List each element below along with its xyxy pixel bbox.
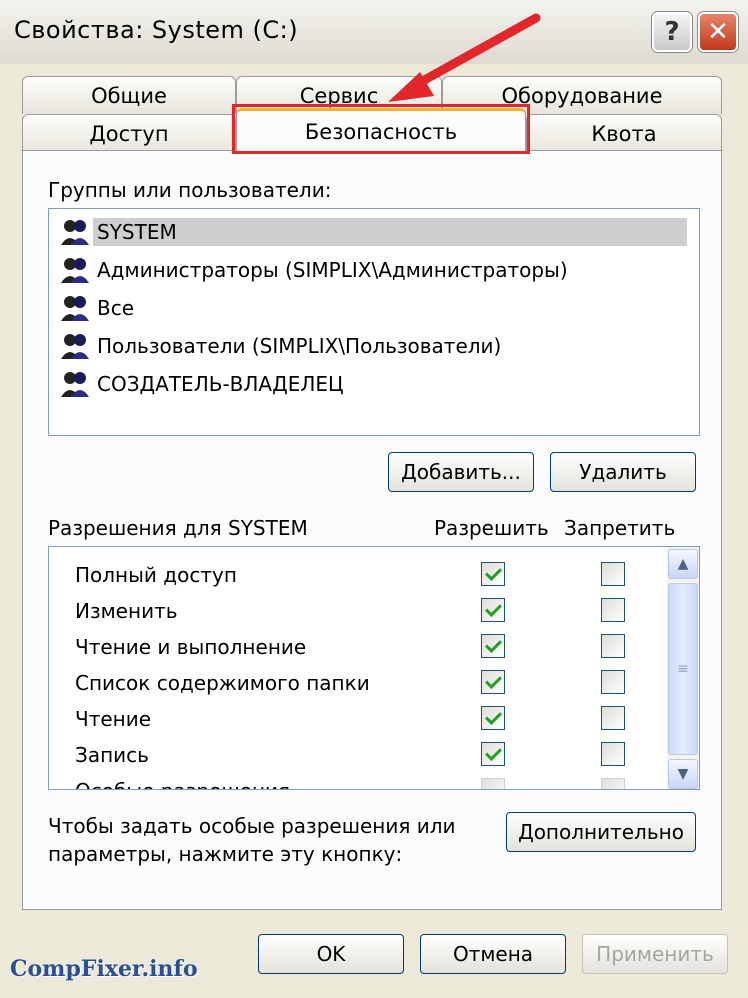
user-group-icon (61, 258, 89, 283)
red-arrow-icon (388, 13, 541, 102)
remove-button[interactable]: Удалить (550, 452, 696, 492)
allow-checkbox[interactable] (481, 598, 505, 622)
deny-checkbox[interactable] (601, 562, 625, 586)
deny-checkbox[interactable] (601, 742, 625, 766)
deny-checkbox[interactable] (601, 670, 625, 694)
user-group-icon (61, 372, 89, 397)
scroll-up-button[interactable]: ▲ (668, 549, 698, 579)
groups-listbox[interactable]: SYSTEM Администраторы (SIMPLIX\Администр… (48, 208, 700, 436)
allow-checkbox[interactable] (481, 706, 505, 730)
deny-checkbox (601, 778, 625, 789)
deny-checkbox[interactable] (601, 706, 625, 730)
permission-row: Особые разрешения (49, 775, 661, 789)
scroll-thumb[interactable]: ≡ (668, 583, 698, 755)
security-tab-highlight (232, 104, 530, 154)
group-label: Пользователи (SIMPLIX\Пользователи) (97, 334, 502, 358)
allow-checkbox[interactable] (481, 562, 505, 586)
permission-name: Чтение и выполнение (75, 635, 307, 659)
deny-checkbox[interactable] (601, 598, 625, 622)
group-label: Администраторы (SIMPLIX\Администраторы) (97, 258, 568, 282)
properties-dialog: Свойства: System (C:) ? ✕ Общие Сервис О… (0, 0, 748, 998)
permission-name: Изменить (75, 599, 178, 623)
group-label: Все (97, 296, 135, 320)
window-title: Свойства: System (C:) (14, 16, 299, 44)
advanced-button[interactable]: Дополнительно (506, 812, 696, 852)
ok-button[interactable]: OK (258, 934, 404, 974)
title-bar[interactable]: Свойства: System (C:) ? ✕ (0, 0, 748, 64)
permission-row: Список содержимого папки (49, 667, 661, 701)
allow-checkbox[interactable] (481, 742, 505, 766)
groups-label: Группы или пользователи: (48, 178, 332, 202)
advanced-hint-line2: параметры, нажмите эту кнопку: (48, 842, 403, 866)
allow-checkbox[interactable] (481, 670, 505, 694)
allow-checkbox (481, 778, 505, 789)
deny-checkbox[interactable] (601, 634, 625, 658)
permission-row: Изменить (49, 595, 661, 629)
vertical-scrollbar[interactable]: ▲ ≡ ▼ (667, 547, 699, 789)
permission-name: Запись (75, 743, 149, 767)
user-group-icon (61, 334, 89, 359)
tab-sharing[interactable]: Доступ (22, 114, 236, 152)
scroll-down-button[interactable]: ▼ (668, 759, 698, 789)
group-label: SYSTEM (93, 218, 687, 246)
group-label: СОЗДАТЕЛЬ-ВЛАДЕЛЕЦ (97, 372, 344, 396)
list-item[interactable]: Пользователи (SIMPLIX\Пользователи) (59, 329, 695, 363)
list-item[interactable]: Все (59, 291, 695, 325)
permission-row: Полный доступ (49, 559, 661, 593)
apply-button: Применить (582, 934, 728, 974)
user-group-icon (61, 220, 89, 245)
list-item[interactable]: СОЗДАТЕЛЬ-ВЛАДЕЛЕЦ (59, 367, 695, 401)
permission-name: Чтение (75, 707, 152, 731)
help-button[interactable]: ? (652, 12, 692, 52)
cancel-button[interactable]: Отмена (420, 934, 566, 974)
permission-name: Особые разрешения (75, 779, 290, 789)
permission-name: Полный доступ (75, 563, 237, 587)
tab-general[interactable]: Общие (22, 76, 236, 114)
deny-column-header: Запретить (564, 516, 676, 540)
permission-name: Список содержимого папки (75, 671, 370, 695)
watermark: CompFixer.info (10, 956, 198, 982)
permission-row: Чтение (49, 703, 661, 737)
advanced-hint-line1: Чтобы задать особые разрешения или (48, 814, 456, 838)
permission-row: Чтение и выполнение (49, 631, 661, 665)
allow-column-header: Разрешить (434, 516, 549, 540)
allow-checkbox[interactable] (481, 634, 505, 658)
permissions-label: Разрешения для SYSTEM (48, 516, 308, 540)
user-group-icon (61, 296, 89, 321)
list-item[interactable]: SYSTEM (59, 215, 695, 249)
tab-quota[interactable]: Квота (526, 114, 722, 152)
add-button[interactable]: Добавить... (388, 452, 534, 492)
close-button[interactable]: ✕ (698, 12, 738, 52)
permission-row: Запись (49, 739, 661, 773)
list-item[interactable]: Администраторы (SIMPLIX\Администраторы) (59, 253, 695, 287)
permissions-list: Полный доступ Изменить Чтение и выполнен… (48, 546, 700, 790)
